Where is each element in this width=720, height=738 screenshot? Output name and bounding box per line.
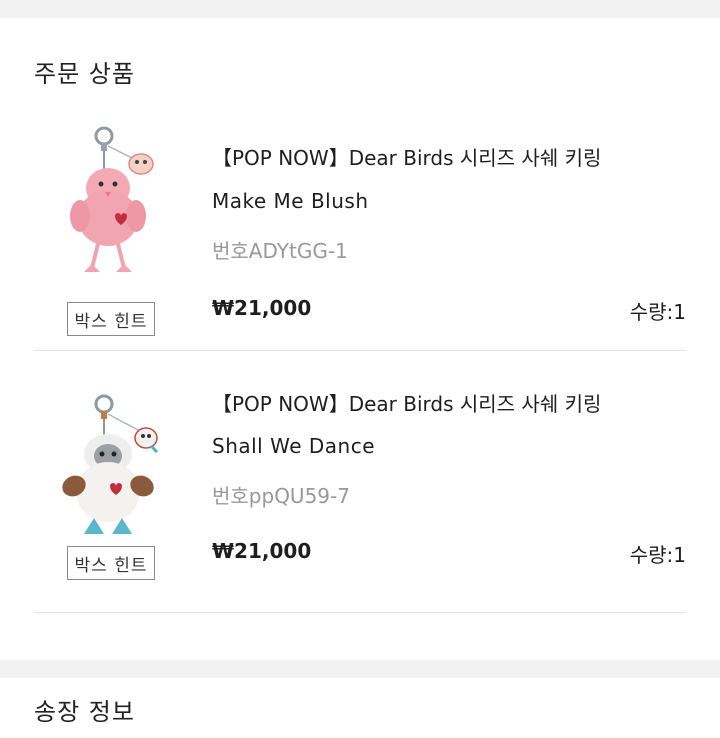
divider	[34, 612, 686, 613]
white-owl-keychain-icon[interactable]	[58, 394, 170, 544]
product-option: Shall We Dance	[212, 434, 375, 458]
product-price: ₩21,000	[212, 296, 312, 320]
product-option: Make Me Blush	[212, 189, 369, 213]
product-code: 번호ADYtGG-1	[212, 239, 348, 263]
product-price: ₩21,000	[212, 539, 312, 563]
box-hint-button[interactable]: 박스 힌트	[67, 302, 155, 336]
product-code: 번호ppQU59-7	[212, 484, 350, 508]
section-title-order-products: 주문 상품	[34, 60, 135, 88]
product-quantity: 수량:1	[629, 543, 686, 567]
section-title-invoice-info: 송장 정보	[34, 698, 135, 726]
box-hint-button[interactable]: 박스 힌트	[67, 546, 155, 580]
product-title[interactable]: 【POP NOW】Dear Birds 시리즈 사쉐 키링	[212, 142, 601, 171]
invoice-info-card: 송장 정보	[0, 678, 720, 738]
product-title[interactable]: 【POP NOW】Dear Birds 시리즈 사쉐 키링	[212, 388, 601, 417]
pink-bird-keychain-icon[interactable]	[58, 126, 170, 276]
product-quantity: 수량:1	[629, 300, 686, 324]
divider	[34, 350, 686, 351]
order-products-card: 주문 상품 박스 힌트 【POP NOW】Dear Birds 시리즈 사쉐 키…	[0, 18, 720, 660]
